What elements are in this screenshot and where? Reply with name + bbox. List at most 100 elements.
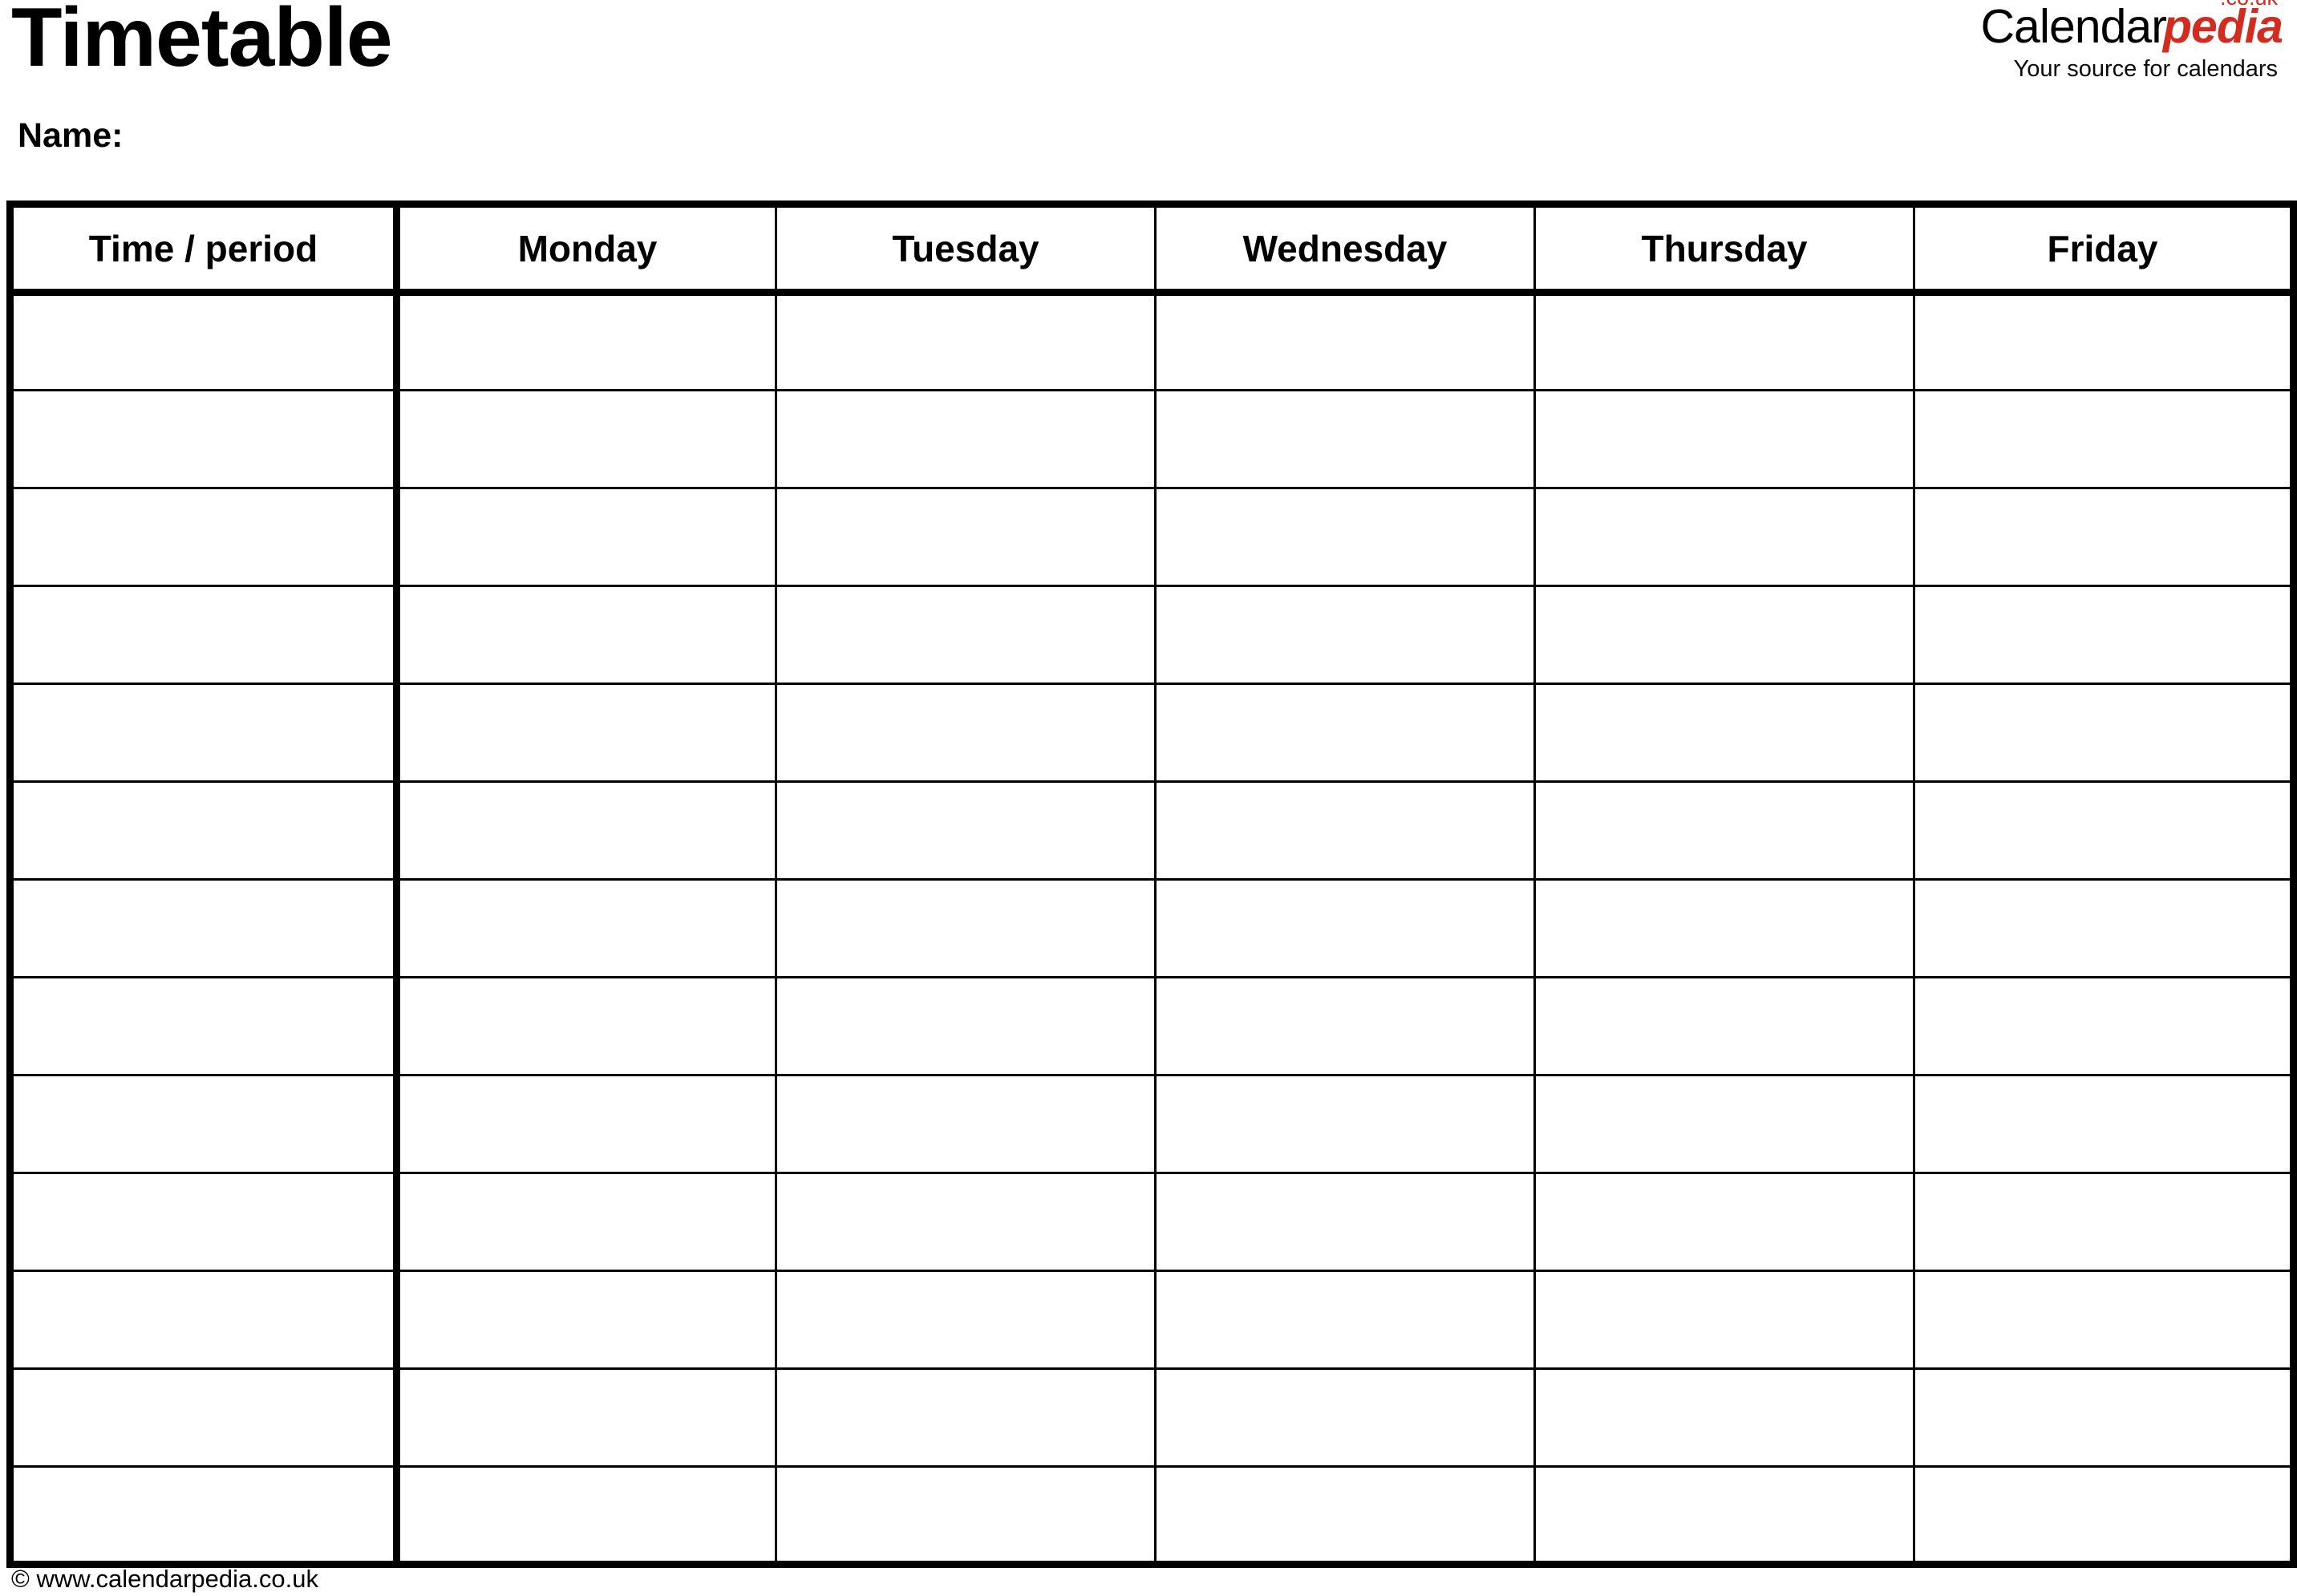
timetable-cell-tuesday[interactable] xyxy=(776,1172,1157,1271)
timetable-cell-time[interactable] xyxy=(10,585,400,684)
timetable-cell-friday[interactable] xyxy=(1914,780,2294,880)
timetable-row xyxy=(10,389,2294,488)
timetable-cell-wednesday[interactable] xyxy=(1155,487,1536,586)
brand-wordmark: Calendarpedia .co.uk xyxy=(1980,0,2283,51)
timetable-row xyxy=(10,1270,2294,1369)
timetable-cell-thursday[interactable] xyxy=(1534,878,1915,978)
timetable-cell-thursday[interactable] xyxy=(1534,1465,1915,1565)
timetable-cell-monday[interactable] xyxy=(396,683,777,782)
timetable-cell-thursday[interactable] xyxy=(1534,1074,1915,1173)
timetable-row xyxy=(10,1367,2294,1467)
timetable-cell-wednesday[interactable] xyxy=(1155,1465,1536,1565)
timetable-cell-friday[interactable] xyxy=(1914,1270,2294,1369)
calendarpedia-logo[interactable]: Calendarpedia .co.uk Your source for cal… xyxy=(1980,0,2283,82)
timetable-cell-thursday[interactable] xyxy=(1534,487,1915,586)
timetable-cell-monday[interactable] xyxy=(396,389,777,488)
timetable-cell-friday[interactable] xyxy=(1914,1172,2294,1271)
timetable-cell-wednesday[interactable] xyxy=(1155,1074,1536,1173)
timetable-row xyxy=(10,292,2294,391)
footer-copyright: © www.calendarpedia.co.uk xyxy=(11,1565,318,1593)
timetable-cell-monday[interactable] xyxy=(396,487,777,586)
timetable-cell-time[interactable] xyxy=(10,1074,400,1173)
page-header: Timetable Name: Calendarpedia .co.uk You… xyxy=(0,0,2297,201)
timetable-cell-thursday[interactable] xyxy=(1534,292,1915,391)
timetable-cell-monday[interactable] xyxy=(396,1270,777,1369)
timetable-cell-wednesday[interactable] xyxy=(1155,976,1536,1075)
timetable-cell-friday[interactable] xyxy=(1914,1367,2294,1467)
timetable-cell-monday[interactable] xyxy=(396,292,777,391)
timetable-cell-time[interactable] xyxy=(10,780,400,880)
timetable-cell-monday[interactable] xyxy=(396,585,777,684)
timetable-row xyxy=(10,780,2294,880)
timetable-cell-time[interactable] xyxy=(10,1172,400,1271)
timetable-cell-tuesday[interactable] xyxy=(776,487,1157,586)
brand-tagline: Your source for calendars xyxy=(2013,56,2278,82)
timetable-cell-thursday[interactable] xyxy=(1534,976,1915,1075)
timetable-cell-friday[interactable] xyxy=(1914,389,2294,488)
timetable-cell-tuesday[interactable] xyxy=(776,1465,1157,1565)
timetable-cell-time[interactable] xyxy=(10,878,400,978)
timetable-cell-wednesday[interactable] xyxy=(1155,1367,1536,1467)
timetable-cell-time[interactable] xyxy=(10,1465,400,1565)
timetable-cell-friday[interactable] xyxy=(1914,293,2294,391)
timetable-cell-wednesday[interactable] xyxy=(1155,1172,1536,1271)
brand-tld-label: .co.uk xyxy=(2220,0,2278,9)
timetable-cell-thursday[interactable] xyxy=(1534,780,1915,880)
timetable-row xyxy=(10,585,2294,684)
timetable-cell-tuesday[interactable] xyxy=(776,976,1157,1075)
timetable-cell-friday[interactable] xyxy=(1914,1465,2294,1565)
timetable-cell-time[interactable] xyxy=(10,487,400,586)
timetable-cell-time[interactable] xyxy=(10,1270,400,1369)
timetable-cell-tuesday[interactable] xyxy=(776,1367,1157,1467)
timetable-cell-thursday[interactable] xyxy=(1534,1172,1915,1271)
timetable-cell-monday[interactable] xyxy=(396,1172,777,1271)
name-field-label: Name: xyxy=(18,116,124,155)
timetable-cell-wednesday[interactable] xyxy=(1155,585,1536,684)
timetable-cell-tuesday[interactable] xyxy=(776,389,1157,488)
timetable-cell-time[interactable] xyxy=(10,389,400,488)
timetable-cell-friday[interactable] xyxy=(1914,976,2294,1075)
timetable-cell-tuesday[interactable] xyxy=(776,683,1157,782)
timetable-cell-tuesday[interactable] xyxy=(776,1270,1157,1369)
timetable-cell-wednesday[interactable] xyxy=(1155,1270,1536,1369)
timetable-cell-monday[interactable] xyxy=(396,1465,777,1565)
timetable-cell-thursday[interactable] xyxy=(1534,1270,1915,1369)
column-header-wednesday: Wednesday xyxy=(1155,204,1536,296)
timetable-cell-time[interactable] xyxy=(10,1367,400,1467)
timetable-row xyxy=(10,487,2294,586)
timetable-cell-monday[interactable] xyxy=(396,780,777,880)
timetable-cell-wednesday[interactable] xyxy=(1155,389,1536,488)
timetable-cell-tuesday[interactable] xyxy=(776,1074,1157,1173)
timetable-row xyxy=(10,976,2294,1075)
timetable-cell-wednesday[interactable] xyxy=(1155,878,1536,978)
timetable-row xyxy=(10,1465,2294,1565)
timetable-cell-tuesday[interactable] xyxy=(776,780,1157,880)
timetable-cell-friday[interactable] xyxy=(1914,585,2294,684)
timetable-cell-time[interactable] xyxy=(10,292,400,391)
timetable-cell-friday[interactable] xyxy=(1914,683,2294,782)
timetable-cell-monday[interactable] xyxy=(396,878,777,978)
timetable-container: Time / period Monday Tuesday Wednesday T… xyxy=(6,201,2297,1568)
timetable-cell-tuesday[interactable] xyxy=(776,292,1157,391)
timetable-cell-friday[interactable] xyxy=(1914,487,2294,586)
timetable-cell-monday[interactable] xyxy=(396,976,777,1075)
timetable-cell-wednesday[interactable] xyxy=(1155,683,1536,782)
timetable-cell-tuesday[interactable] xyxy=(776,878,1157,978)
page-title: Timetable xyxy=(11,0,393,84)
timetable-cell-monday[interactable] xyxy=(396,1074,777,1173)
timetable-cell-wednesday[interactable] xyxy=(1155,780,1536,880)
column-header-tuesday: Tuesday xyxy=(776,204,1157,296)
timetable-cell-thursday[interactable] xyxy=(1534,585,1915,684)
timetable-cell-thursday[interactable] xyxy=(1534,1367,1915,1467)
column-header-monday: Monday xyxy=(396,204,777,296)
timetable-cell-monday[interactable] xyxy=(396,1367,777,1467)
timetable-cell-friday[interactable] xyxy=(1914,878,2294,978)
timetable-cell-time[interactable] xyxy=(10,683,400,782)
timetable-cell-friday[interactable] xyxy=(1914,1074,2294,1173)
timetable-cell-thursday[interactable] xyxy=(1534,389,1915,488)
timetable-cell-thursday[interactable] xyxy=(1534,683,1915,782)
timetable-cell-time[interactable] xyxy=(10,976,400,1075)
timetable-cell-tuesday[interactable] xyxy=(776,585,1157,684)
timetable-row xyxy=(10,683,2294,782)
timetable-cell-wednesday[interactable] xyxy=(1155,292,1536,391)
